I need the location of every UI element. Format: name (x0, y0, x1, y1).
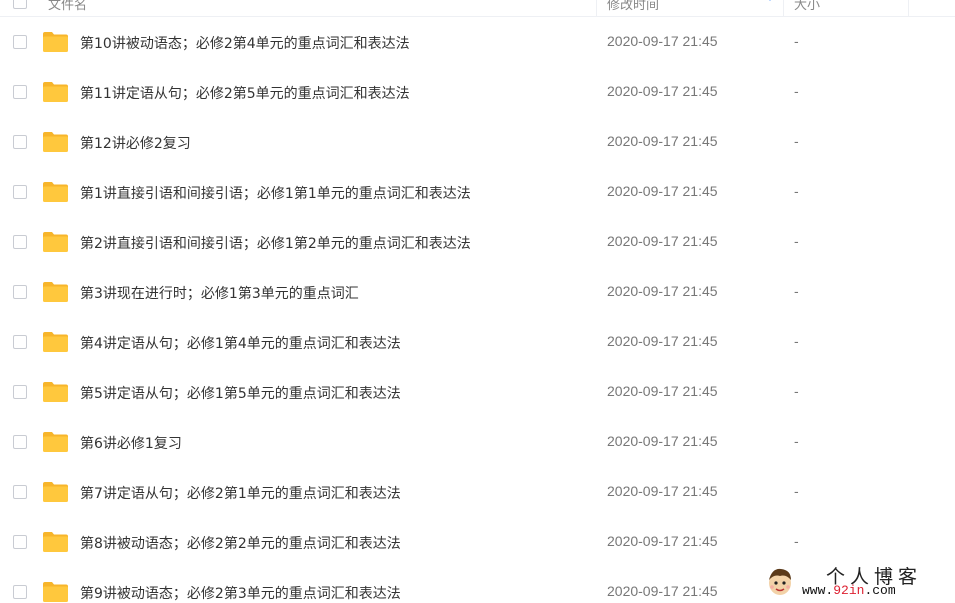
file-size: - (794, 183, 799, 199)
file-row[interactable]: 第10讲被动语态；必修2第4单元的重点词汇和表达法 2020-09-17 21:4… (0, 17, 955, 67)
file-row[interactable]: 第7讲定语从句；必修2第1单元的重点词汇和表达法 2020-09-17 21:45… (0, 467, 955, 517)
file-rows: 第10讲被动语态；必修2第4单元的重点词汇和表达法 2020-09-17 21:4… (0, 17, 955, 603)
column-divider (596, 0, 597, 16)
row-checkbox[interactable] (13, 535, 27, 549)
file-size: - (794, 383, 799, 399)
folder-icon[interactable] (43, 382, 68, 402)
avatar-logo-icon (769, 568, 791, 595)
file-name[interactable]: 第11讲定语从句；必修2第5单元的重点词汇和表达法 (80, 83, 410, 103)
folder-icon[interactable] (43, 482, 68, 502)
folder-icon[interactable] (43, 82, 68, 102)
file-name[interactable]: 第3讲现在进行时；必修1第3单元的重点词汇 (80, 283, 359, 303)
sort-desc-icon[interactable] (766, 0, 774, 1)
file-row[interactable]: 第2讲直接引语和间接引语；必修1第2单元的重点词汇和表达法 2020-09-17 … (0, 217, 955, 267)
row-checkbox[interactable] (13, 385, 27, 399)
file-row[interactable]: 第12讲必修2复习 2020-09-17 21:45 - (0, 117, 955, 167)
folder-icon[interactable] (43, 332, 68, 352)
row-checkbox[interactable] (13, 135, 27, 149)
row-checkbox[interactable] (13, 35, 27, 49)
modified-time: 2020-09-17 21:45 (607, 383, 718, 399)
watermark-url: www.92in.com (802, 583, 896, 598)
row-checkbox[interactable] (13, 585, 27, 599)
modified-time: 2020-09-17 21:45 (607, 583, 718, 599)
modified-time: 2020-09-17 21:45 (607, 83, 718, 99)
row-checkbox[interactable] (13, 435, 27, 449)
file-size: - (794, 33, 799, 49)
file-name[interactable]: 第10讲被动语态；必修2第4单元的重点词汇和表达法 (80, 33, 410, 53)
row-checkbox[interactable] (13, 85, 27, 99)
modified-time: 2020-09-17 21:45 (607, 483, 718, 499)
watermark-url-highlight: 92in (833, 583, 865, 598)
list-header: 文件名 修改时间 大小 (0, 0, 955, 17)
folder-icon[interactable] (43, 282, 68, 302)
modified-time: 2020-09-17 21:45 (607, 533, 718, 549)
file-name[interactable]: 第7讲定语从句；必修2第1单元的重点词汇和表达法 (80, 483, 401, 503)
file-row[interactable]: 第3讲现在进行时；必修1第3单元的重点词汇 2020-09-17 21:45 - (0, 267, 955, 317)
folder-icon[interactable] (43, 132, 68, 152)
column-divider (908, 0, 909, 16)
file-name[interactable]: 第1讲直接引语和间接引语；必修1第1单元的重点词汇和表达法 (80, 183, 471, 203)
select-all-checkbox[interactable] (13, 0, 27, 9)
file-size: - (794, 433, 799, 449)
file-size: - (794, 233, 799, 249)
folder-icon[interactable] (43, 232, 68, 252)
file-size: - (794, 333, 799, 349)
file-size: - (794, 83, 799, 99)
file-row[interactable]: 第8讲被动语态；必修2第2单元的重点词汇和表达法 2020-09-17 21:45… (0, 517, 955, 567)
file-name[interactable]: 第4讲定语从句；必修1第4单元的重点词汇和表达法 (80, 333, 401, 353)
file-name[interactable]: 第2讲直接引语和间接引语；必修1第2单元的重点词汇和表达法 (80, 233, 471, 253)
modified-time: 2020-09-17 21:45 (607, 33, 718, 49)
file-name[interactable]: 第6讲必修1复习 (80, 433, 182, 453)
row-checkbox[interactable] (13, 285, 27, 299)
row-checkbox[interactable] (13, 335, 27, 349)
column-divider (783, 0, 784, 16)
column-header-size[interactable]: 大小 (794, 0, 820, 13)
file-size: - (794, 533, 799, 549)
file-name[interactable]: 第9讲被动语态；必修2第3单元的重点词汇和表达法 (80, 583, 401, 603)
modified-time: 2020-09-17 21:45 (607, 233, 718, 249)
row-checkbox[interactable] (13, 485, 27, 499)
row-checkbox[interactable] (13, 235, 27, 249)
modified-time: 2020-09-17 21:45 (607, 433, 718, 449)
file-size: - (794, 283, 799, 299)
watermark-url-suffix: .com (864, 583, 896, 598)
file-row[interactable]: 第11讲定语从句；必修2第5单元的重点词汇和表达法 2020-09-17 21:4… (0, 67, 955, 117)
file-name[interactable]: 第8讲被动语态；必修2第2单元的重点词汇和表达法 (80, 533, 401, 553)
row-checkbox[interactable] (13, 185, 27, 199)
file-name[interactable]: 第12讲必修2复习 (80, 133, 191, 153)
modified-time: 2020-09-17 21:45 (607, 133, 718, 149)
file-size: - (794, 133, 799, 149)
file-size: - (794, 483, 799, 499)
folder-icon[interactable] (43, 582, 68, 602)
blog-watermark: 个人博客 www.92in.com (760, 563, 955, 603)
folder-icon[interactable] (43, 432, 68, 452)
file-row[interactable]: 第6讲必修1复习 2020-09-17 21:45 - (0, 417, 955, 467)
modified-time: 2020-09-17 21:45 (607, 183, 718, 199)
file-list-view: 文件名 修改时间 大小 第10讲被动语态；必修2第4单元的重点词汇和表达法 202… (0, 0, 955, 603)
file-name[interactable]: 第5讲定语从句；必修1第5单元的重点词汇和表达法 (80, 383, 401, 403)
watermark-url-prefix: www. (802, 583, 834, 598)
folder-icon[interactable] (43, 182, 68, 202)
modified-time: 2020-09-17 21:45 (607, 283, 718, 299)
column-header-time[interactable]: 修改时间 (607, 0, 659, 13)
file-row[interactable]: 第5讲定语从句；必修1第5单元的重点词汇和表达法 2020-09-17 21:45… (0, 367, 955, 417)
column-header-name[interactable]: 文件名 (48, 0, 87, 13)
modified-time: 2020-09-17 21:45 (607, 333, 718, 349)
file-row[interactable]: 第4讲定语从句；必修1第4单元的重点词汇和表达法 2020-09-17 21:45… (0, 317, 955, 367)
folder-icon[interactable] (43, 532, 68, 552)
file-row[interactable]: 第1讲直接引语和间接引语；必修1第1单元的重点词汇和表达法 2020-09-17 … (0, 167, 955, 217)
folder-icon[interactable] (43, 32, 68, 52)
